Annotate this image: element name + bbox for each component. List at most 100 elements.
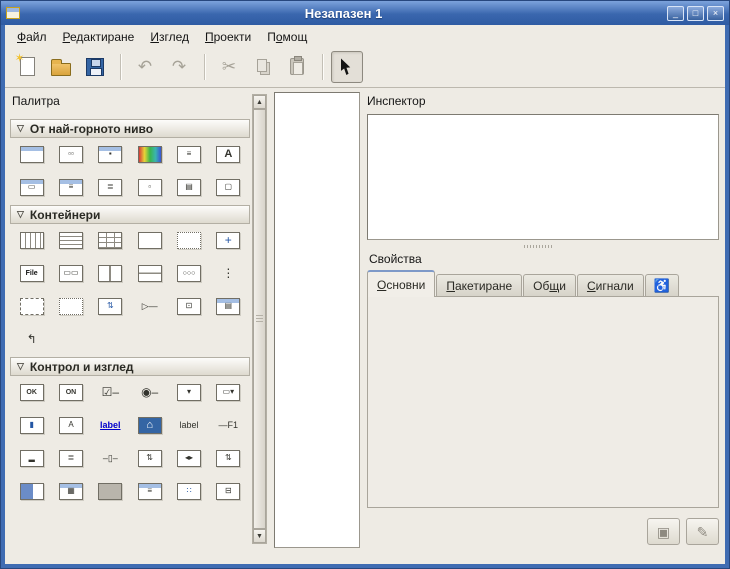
inspector-tree[interactable] bbox=[367, 114, 719, 240]
palette-item-hbox[interactable] bbox=[12, 230, 51, 250]
palette-item-dialog[interactable]: ▫▫ bbox=[51, 144, 90, 164]
palette-item-window[interactable] bbox=[12, 144, 51, 164]
palette-item-combo-dialog[interactable]: ▤ bbox=[169, 177, 208, 197]
design-canvas[interactable] bbox=[274, 92, 360, 548]
palette-item-hpaned[interactable] bbox=[130, 263, 169, 283]
scroll-down-button[interactable]: ▼ bbox=[253, 529, 266, 543]
palette-item-radio-button[interactable]: ◉– bbox=[130, 382, 169, 402]
pointer-arrow-icon bbox=[341, 58, 354, 75]
palette-item-file-selection[interactable]: ≡ bbox=[169, 144, 208, 164]
palette-item-vpaned[interactable] bbox=[91, 263, 130, 283]
palette-item-toolbar[interactable] bbox=[12, 296, 51, 316]
menu-view[interactable]: Изглед bbox=[142, 28, 197, 46]
window-title: Незапазен 1 bbox=[23, 6, 664, 21]
palette-item-expander[interactable]: ▷— bbox=[130, 296, 169, 316]
palette-item-calendar[interactable]: ▦ bbox=[51, 481, 90, 501]
hbox-icon bbox=[20, 232, 44, 249]
palette-item-statusbar[interactable]: ▂ bbox=[12, 448, 51, 468]
palette-item-toggle-button[interactable]: ON bbox=[51, 382, 90, 402]
palette-item-vbuttonbox[interactable]: ⋮ bbox=[209, 263, 248, 283]
info-button[interactable]: ▣ bbox=[647, 518, 680, 545]
palette-section-header[interactable]: ▽От най-горното ниво bbox=[10, 119, 250, 138]
save-button[interactable] bbox=[79, 51, 111, 83]
tab-basic[interactable]: Основни bbox=[367, 270, 435, 297]
palette-item-color-selection-dialog[interactable] bbox=[130, 144, 169, 164]
paned-handle[interactable] bbox=[524, 245, 554, 248]
palette-item-table[interactable] bbox=[91, 230, 130, 250]
palette-item-text-dialog[interactable]: ≣ bbox=[91, 177, 130, 197]
palette-item-combo-box-entry[interactable]: ▭▾ bbox=[209, 382, 248, 402]
palette-item-vscrollbar[interactable]: ⇅ bbox=[209, 448, 248, 468]
palette-item-about-dialog[interactable]: ▫ bbox=[130, 177, 169, 197]
palette-item-frame[interactable] bbox=[130, 230, 169, 250]
edit-button[interactable]: ✎ bbox=[686, 518, 719, 545]
redo-button[interactable]: ↷ bbox=[163, 51, 195, 83]
palette-item-accel-label[interactable]: —F1 bbox=[209, 415, 248, 435]
tab-common[interactable]: Общи bbox=[523, 274, 576, 297]
menu-projects[interactable]: Проекти bbox=[197, 28, 259, 46]
palette-item-image[interactable] bbox=[91, 481, 130, 501]
new-button[interactable] bbox=[11, 51, 43, 83]
menu-help[interactable]: Помощ bbox=[259, 28, 315, 46]
palette-item-tree-view[interactable]: ⊟ bbox=[209, 481, 248, 501]
menu-file[interactable]: Файл bbox=[9, 28, 55, 46]
palette-scrollbar[interactable]: ▲ ▼ bbox=[252, 94, 267, 544]
scrollbar-thumb[interactable] bbox=[253, 109, 266, 529]
palette-item-scrolled-window[interactable]: ⇅ bbox=[91, 296, 130, 316]
palette-item-input-dialog[interactable]: ▭ bbox=[12, 177, 51, 197]
palette-item-hscale[interactable]: –▯– bbox=[91, 448, 130, 468]
input-dialog-icon: ▭ bbox=[20, 179, 44, 196]
palette-item-fixed[interactable] bbox=[169, 230, 208, 250]
palette-item-spin-button[interactable]: ⇅ bbox=[130, 448, 169, 468]
palette-item-progress-bar[interactable] bbox=[12, 481, 51, 501]
palette-item-utility-window[interactable]: ▢ bbox=[209, 177, 248, 197]
menubar-icon: File bbox=[20, 265, 44, 282]
palette-item-hscrollbar[interactable]: ◂▸ bbox=[169, 448, 208, 468]
palette-item-notebook[interactable]: ▤ bbox=[209, 296, 248, 316]
inspector-title: Инспектор bbox=[365, 94, 719, 110]
palette-item-vbox[interactable] bbox=[51, 230, 90, 250]
palette-item-font-selection-dialog[interactable]: A bbox=[209, 144, 248, 164]
palette-item-entry[interactable]: A bbox=[51, 415, 90, 435]
palette-item-viewport[interactable]: ⊡ bbox=[169, 296, 208, 316]
palette-item-combo-box[interactable]: ▾ bbox=[169, 382, 208, 402]
tab-signals[interactable]: Сигнали bbox=[577, 274, 644, 297]
selector-button[interactable] bbox=[331, 51, 363, 83]
palette-item-alignment[interactable]: ↰ bbox=[12, 329, 51, 349]
color-selection-dialog-icon bbox=[138, 146, 162, 163]
tab-accessibility[interactable]: ♿ bbox=[645, 274, 679, 297]
palette-item-layout[interactable]: + bbox=[209, 230, 248, 250]
palette-item-color-button[interactable]: ⌂ bbox=[130, 415, 169, 435]
maximize-button[interactable]: □ bbox=[687, 6, 704, 21]
titlebar[interactable]: Незапазен 1 _ □ × bbox=[1, 1, 729, 25]
palette-item-check-button[interactable]: ☑– bbox=[91, 382, 130, 402]
palette-item-link-button[interactable]: label bbox=[91, 415, 130, 435]
palette-section-header[interactable]: ▽Контейнери bbox=[10, 205, 250, 224]
copy-button[interactable] bbox=[247, 51, 279, 83]
undo-button[interactable]: ↶ bbox=[129, 51, 161, 83]
palette-item-message-dialog[interactable]: ▪ bbox=[91, 144, 130, 164]
utility-window-icon: ▢ bbox=[216, 179, 240, 196]
palette-item-list[interactable]: ≡ bbox=[130, 481, 169, 501]
close-button[interactable]: × bbox=[707, 6, 724, 21]
palette-item-text-view[interactable]: ≣ bbox=[51, 448, 90, 468]
scroll-up-button[interactable]: ▲ bbox=[253, 95, 266, 109]
paste-button[interactable] bbox=[281, 51, 313, 83]
palette-item-menubar[interactable]: File bbox=[12, 263, 51, 283]
text-entry-icon: ▮ bbox=[20, 417, 44, 434]
cut-button[interactable]: ✂ bbox=[213, 51, 245, 83]
palette-item-hbuttonbox[interactable]: ○○○ bbox=[169, 263, 208, 283]
palette-item-handle-box[interactable] bbox=[51, 296, 90, 316]
layout-icon: + bbox=[216, 232, 240, 249]
palette-item-label[interactable]: label bbox=[169, 415, 208, 435]
palette-item-option-menu[interactable]: ▭▭ bbox=[51, 263, 90, 283]
open-button[interactable] bbox=[45, 51, 77, 83]
palette-item-list-dialog[interactable]: ≡ bbox=[51, 177, 90, 197]
palette-item-text-entry[interactable]: ▮ bbox=[12, 415, 51, 435]
palette-item-button[interactable]: OK bbox=[12, 382, 51, 402]
tab-packing[interactable]: Пакетиране bbox=[436, 274, 522, 297]
palette-item-icon-view[interactable]: ∷ bbox=[169, 481, 208, 501]
menu-edit[interactable]: Редактиране bbox=[55, 28, 143, 46]
minimize-button[interactable]: _ bbox=[667, 6, 684, 21]
palette-section-header[interactable]: ▽Контрол и изглед bbox=[10, 357, 250, 376]
